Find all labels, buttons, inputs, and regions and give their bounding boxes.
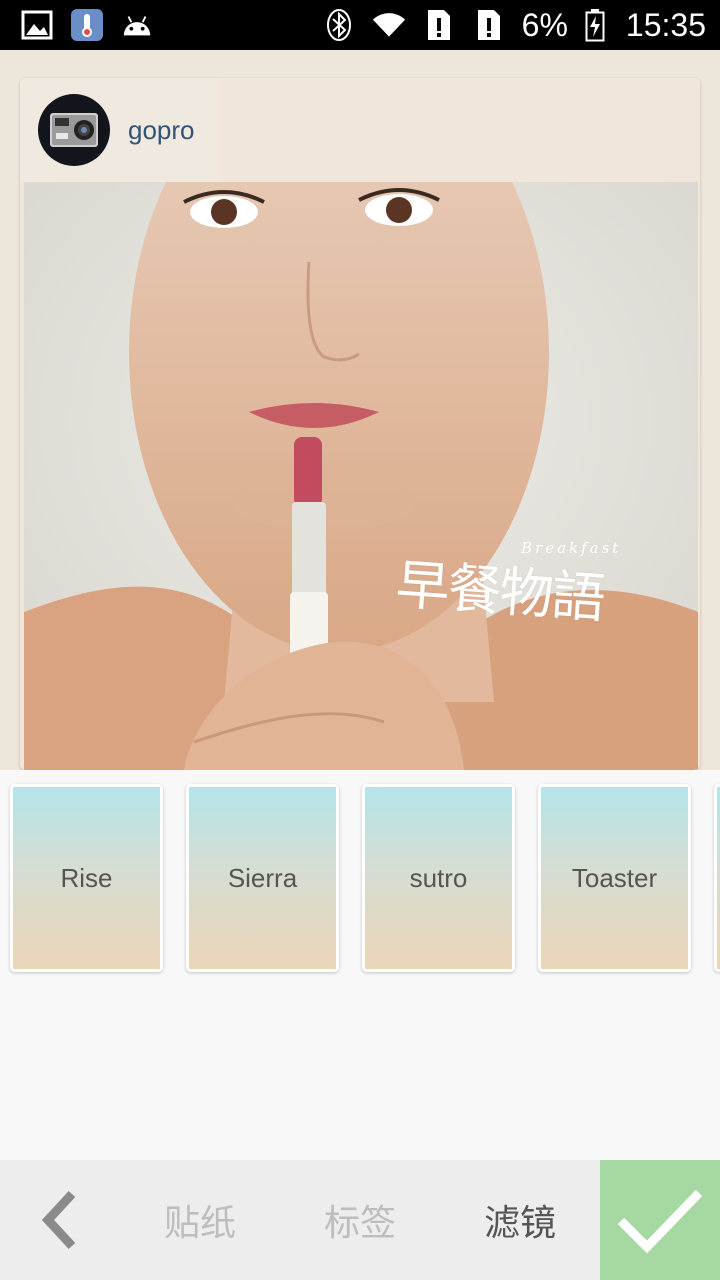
post-card: gopro Breakfast 早餐物語 — [20, 78, 700, 770]
confirm-button[interactable] — [600, 1160, 720, 1280]
post-header: gopro — [20, 78, 700, 182]
overlay-title: 早餐物語 — [393, 552, 606, 631]
thermometer-icon — [70, 8, 104, 42]
sim-alert-icon — [472, 8, 506, 42]
image-icon — [20, 8, 54, 42]
post-preview-area: gopro Breakfast 早餐物語 — [0, 50, 720, 770]
filter-option-next[interactable] — [714, 784, 720, 972]
filter-label: Toaster — [571, 862, 658, 893]
filter-option-sutro[interactable]: sutro — [362, 784, 515, 972]
avatar[interactable] — [38, 94, 110, 166]
clock: 15:35 — [625, 6, 706, 43]
filter-option-rise[interactable]: Rise — [10, 784, 163, 972]
check-icon — [617, 1189, 703, 1254]
username[interactable]: gopro — [128, 115, 195, 146]
back-chevron-icon — [41, 1190, 76, 1250]
tab-tag[interactable]: 标签 — [280, 1160, 440, 1280]
wifi-icon — [372, 8, 406, 42]
filter-label: Sierra — [227, 862, 298, 893]
battery-charging-icon — [584, 8, 606, 42]
battery-percentage: 6% — [521, 6, 568, 43]
android-icon — [120, 8, 154, 42]
bluetooth-icon — [322, 8, 356, 42]
filter-label: sutro — [409, 862, 468, 893]
bottom-toolbar: 贴纸 标签 滤镜 — [0, 1160, 720, 1280]
sim-alert-icon — [422, 8, 456, 42]
filter-list[interactable]: Rise Sierra sutro Toaster — [10, 784, 720, 974]
filter-option-sierra[interactable]: Sierra — [186, 784, 339, 972]
filter-label: Rise — [60, 862, 113, 893]
filter-option-toaster[interactable]: Toaster — [538, 784, 691, 972]
tab-filter[interactable]: 滤镜 — [440, 1160, 600, 1280]
status-bar: 6% 15:35 — [0, 0, 720, 50]
back-button[interactable] — [0, 1160, 120, 1280]
filter-panel: Rise Sierra sutro Toaster — [0, 770, 720, 1160]
portrait-image — [24, 182, 698, 770]
post-photo: Breakfast 早餐物語 — [24, 182, 698, 770]
tab-sticker[interactable]: 贴纸 — [120, 1160, 280, 1280]
camera-icon — [50, 113, 98, 147]
